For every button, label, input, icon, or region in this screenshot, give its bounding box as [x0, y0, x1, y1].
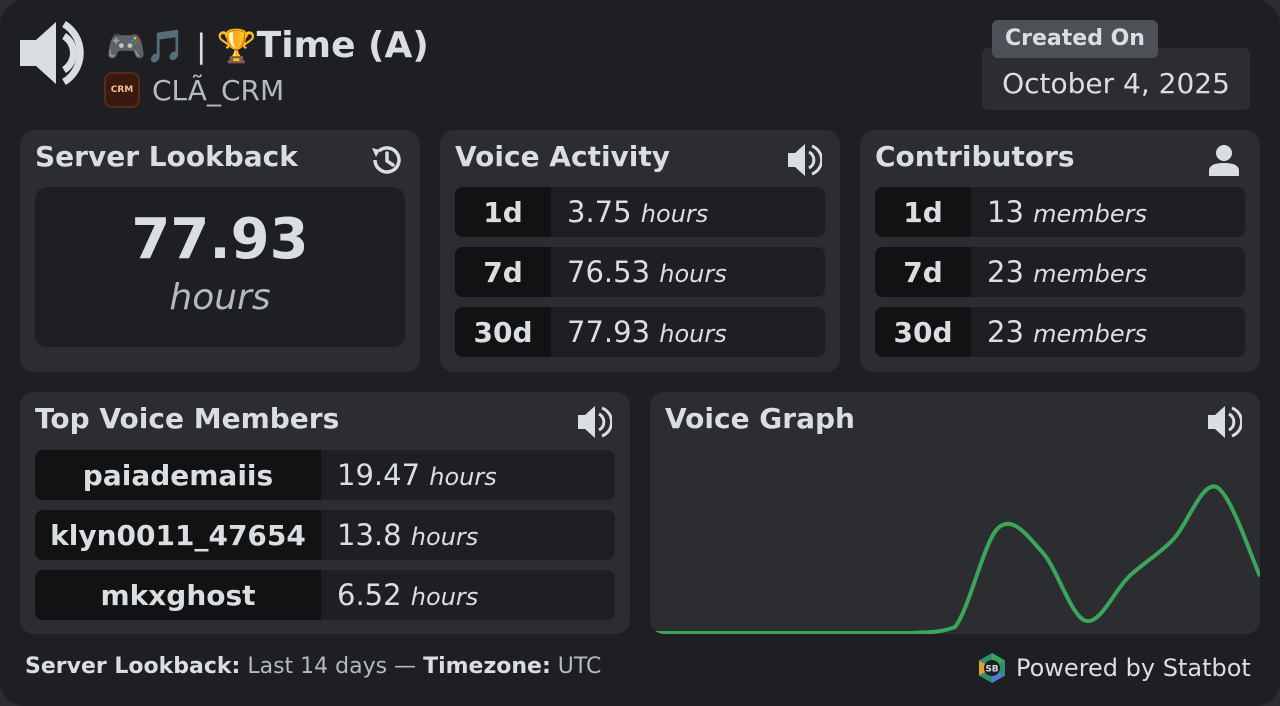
contributors-row: 1d 13 members [875, 187, 1245, 237]
period-label: 30d [455, 307, 551, 357]
lookback-value-box: 77.93 hours [35, 187, 405, 347]
member-row: mkxghost 6.52 hours [35, 570, 615, 620]
row-value: 77.93 hours [567, 315, 727, 349]
footer-info: Server Lookback: Last 14 days — Timezone… [25, 654, 601, 679]
speaker-icon [578, 406, 612, 438]
period-label: 7d [455, 247, 551, 297]
period-label: 7d [875, 247, 971, 297]
channel-title: 🎮🎵 | 🏆Time (A) [106, 22, 429, 70]
powered-by: SB Powered by Statbot [976, 652, 1251, 684]
powered-by-text: Powered by Statbot [1016, 654, 1251, 682]
contributors-row: 7d 23 members [875, 247, 1245, 297]
period-label: 30d [875, 307, 971, 357]
top-voice-members-panel: Top Voice Members paiademaiis 19.47 hour… [20, 392, 630, 634]
panel-title: Server Lookback [35, 140, 298, 173]
lookback-value: 77.93 [131, 207, 309, 272]
voice-graph-panel: Voice Graph [650, 392, 1260, 634]
period-label: 1d [875, 187, 971, 237]
member-name: paiademaiis [35, 450, 321, 500]
panel-title: Contributors [875, 140, 1075, 173]
member-name: mkxghost [35, 570, 321, 620]
voice-graph-line [650, 484, 1260, 634]
member-name: klyn0011_47654 [35, 510, 321, 560]
svg-text:SB: SB [985, 665, 998, 675]
row-value: 23 members [987, 255, 1148, 289]
server-icon: CRM [104, 72, 140, 108]
contributors-row: 30d 23 members [875, 307, 1245, 357]
member-row: paiademaiis 19.47 hours [35, 450, 615, 500]
lookback-value: Last 14 days — [247, 654, 417, 679]
timezone-value: UTC [557, 654, 602, 679]
speaker-icon [20, 21, 84, 85]
statbot-logo-icon: SB [979, 653, 1005, 683]
title-emojis: 🎮🎵 | 🏆 [106, 27, 257, 65]
created-on-label: Created On [992, 20, 1158, 58]
lookback-label: Server Lookback: [25, 654, 241, 679]
history-icon [372, 146, 401, 174]
timezone-label: Timezone: [423, 654, 551, 679]
row-value: 23 members [987, 315, 1148, 349]
stats-card: 🎮🎵 | 🏆Time (A) CRM CLÃ_CRM Created On Oc… [0, 0, 1280, 706]
server-info: CRM CLÃ_CRM [104, 70, 284, 110]
row-value: 13 members [987, 195, 1148, 229]
user-icon [1209, 145, 1239, 176]
activity-row: 1d 3.75 hours [455, 187, 825, 237]
row-value: 13.8 hours [337, 518, 479, 552]
activity-row: 30d 77.93 hours [455, 307, 825, 357]
row-value: 19.47 hours [337, 458, 497, 492]
contributors-panel: Contributors 1d 13 members 7d 23 members… [860, 130, 1260, 372]
lookback-unit: hours [169, 277, 271, 318]
period-label: 1d [455, 187, 551, 237]
activity-row: 7d 76.53 hours [455, 247, 825, 297]
row-value: 6.52 hours [337, 578, 479, 612]
server-lookback-panel: Server Lookback 77.93 hours [20, 130, 420, 372]
row-value: 3.75 hours [567, 195, 709, 229]
panel-title: Voice Activity [455, 140, 671, 173]
panel-title: Top Voice Members [35, 402, 340, 435]
server-name: CLÃ_CRM [152, 73, 285, 107]
row-value: 76.53 hours [567, 255, 727, 289]
speaker-icon [788, 144, 822, 176]
member-row: klyn0011_47654 13.8 hours [35, 510, 615, 560]
voice-graph-chart [650, 484, 1260, 634]
channel-name: Time (A) [256, 25, 429, 66]
voice-activity-panel: Voice Activity 1d 3.75 hours 7d 76.53 ho… [440, 130, 840, 372]
